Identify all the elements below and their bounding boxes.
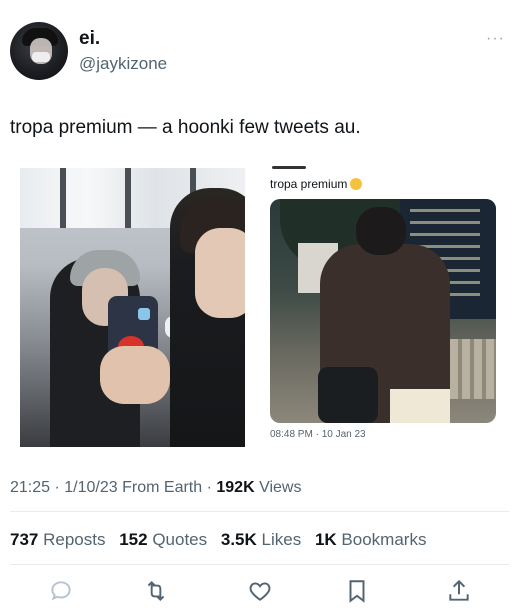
tote-bag — [390, 389, 450, 423]
reposts-count: 737 — [10, 530, 39, 549]
like-icon[interactable] — [247, 578, 273, 604]
ceiling-beam — [60, 168, 66, 228]
bookmark-icon[interactable] — [344, 578, 370, 604]
quotes-label: Quotes — [152, 530, 208, 549]
action-bar — [0, 570, 519, 610]
face-right — [195, 228, 245, 318]
phone-sticker — [138, 308, 150, 320]
likes-stat[interactable]: 3.5K Likes — [221, 530, 301, 549]
emoji-icon — [350, 178, 363, 190]
author-name[interactable]: ei. — [79, 28, 100, 50]
tweet-meta: 21:25 · 1/10/23 From Earth · 192K Views — [10, 479, 301, 497]
tweet-date[interactable]: 1/10/23 — [64, 479, 117, 496]
avatar[interactable] — [10, 22, 68, 80]
quoted-card-timestamp: 08:48 PM · 10 Jan 23 — [270, 429, 366, 440]
bookmarks-label: Bookmarks — [341, 530, 427, 549]
likes-label: Likes — [261, 530, 302, 549]
tweet-text: tropa premium — a hoonki few tweets au. — [10, 117, 361, 138]
views-count: 192K — [216, 479, 255, 496]
hand — [100, 346, 170, 404]
quoted-card-title-text: tropa premium — [270, 177, 348, 191]
quotes-count: 152 — [119, 530, 148, 549]
meta-separator: · — [54, 479, 60, 496]
quoted-card-top-edge — [272, 166, 306, 169]
tweet-time[interactable]: 21:25 — [10, 479, 50, 496]
meta-separator: · — [206, 479, 212, 496]
reply-icon[interactable] — [48, 578, 74, 604]
quoted-card-title: tropa premium — [270, 177, 363, 191]
quoted-card-photo[interactable] — [270, 199, 496, 423]
bookmarks-stat[interactable]: 1K Bookmarks — [315, 530, 427, 549]
person-head — [356, 207, 406, 255]
divider — [10, 511, 509, 512]
share-icon[interactable] — [446, 578, 472, 604]
avatar-mask — [32, 52, 50, 62]
reposts-label: Reposts — [43, 530, 106, 549]
divider — [10, 564, 509, 565]
bookmarks-count: 1K — [314, 530, 337, 549]
reposts-stat[interactable]: 737 Reposts — [10, 530, 105, 549]
more-options-icon[interactable]: ··· — [486, 30, 505, 48]
bag — [318, 367, 378, 423]
retweet-icon[interactable] — [143, 578, 169, 604]
tweet-stats: 737 Reposts 152 Quotes 3.5K Likes 1K Boo… — [10, 530, 435, 550]
author-handle[interactable]: @jaykizone — [79, 54, 167, 74]
quotes-stat[interactable]: 152 Quotes — [119, 530, 207, 549]
tweet-photo[interactable] — [20, 168, 245, 447]
ceiling-beam — [125, 168, 131, 228]
views-label: Views — [259, 479, 302, 496]
tweet-source: From Earth — [122, 479, 203, 496]
likes-count: 3.5K — [220, 530, 257, 549]
